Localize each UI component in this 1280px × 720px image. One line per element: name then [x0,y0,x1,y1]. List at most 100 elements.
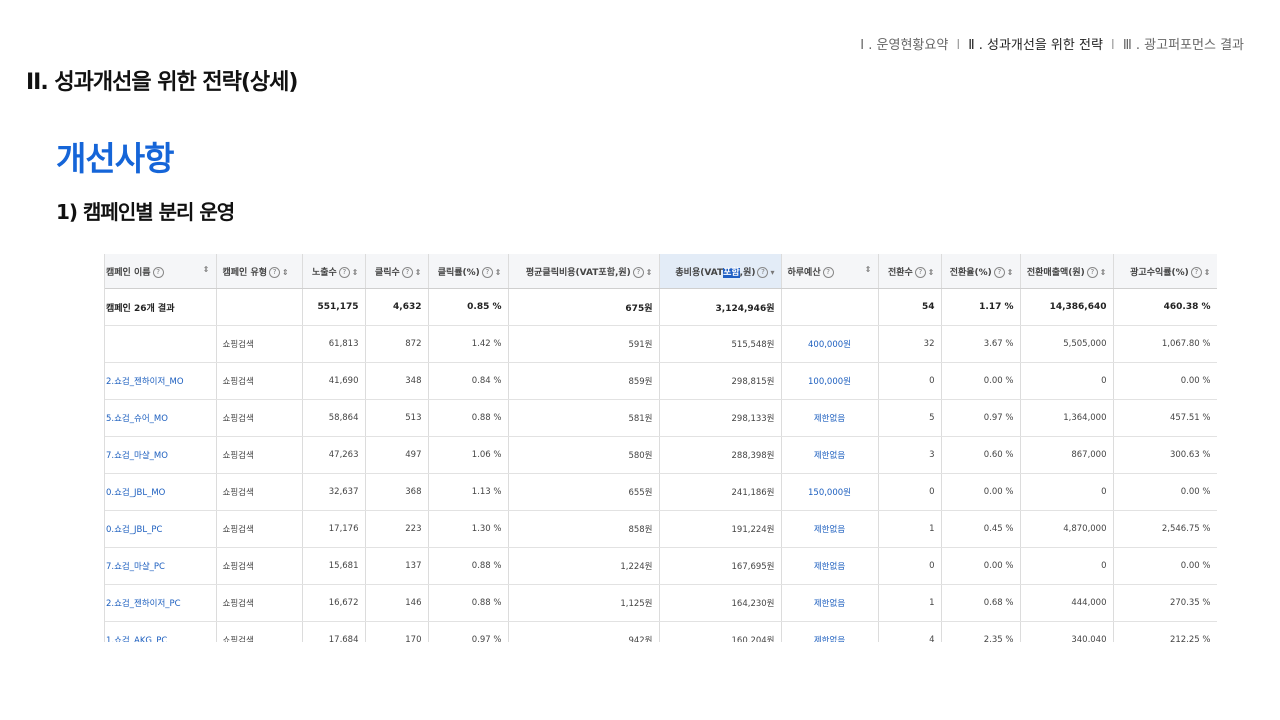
budget-link[interactable]: 제한없음 [781,621,879,642]
budget-link[interactable]: 400,000원 [781,325,879,363]
campaign-name-link[interactable]: 2.쇼검_젠하이저_MO [105,362,217,400]
help-icon[interactable]: ? [993,266,1005,278]
summary-row: 캠페인 26개 결과 551,175 4,632 0.85 % 675원 3,1… [105,288,1217,326]
sort-icon[interactable]: ⇕ [1204,268,1211,277]
col-header-impressions[interactable]: 노출수? ⇕ [302,254,366,289]
budget-link[interactable]: 제한없음 [781,547,879,585]
campaign-name-link[interactable]: 1.쇼검_AKG_PC [105,621,217,642]
cell-clicks: 872 [365,325,429,363]
nav-item-strategy[interactable]: Ⅱ . 성과개선을 위한 전략 [968,38,1103,53]
cell-cpc: 580원 [508,436,660,474]
campaign-name-link[interactable]: 0.쇼검_JBL_PC [105,510,217,548]
help-icon[interactable]: ? [822,266,834,278]
nav-separator: l [956,38,961,53]
nav-item-summary[interactable]: Ⅰ . 운영현황요약 [860,38,948,53]
budget-link[interactable]: 150,000원 [781,473,879,511]
campaign-name-link[interactable] [105,325,217,363]
help-icon[interactable]: ? [269,266,281,278]
help-icon[interactable]: ? [401,266,413,278]
table-row: 0.쇼검_JBL_MO 쇼핑검색 32,637 368 1.13 % 655원 … [105,473,1217,511]
campaign-name-link[interactable]: 2.쇼검_젠하이저_PC [105,584,217,622]
help-icon[interactable]: ? [1190,266,1202,278]
cell-revenue: 444,000 [1020,584,1114,622]
cell-type: 쇼핑검색 [216,362,303,400]
sort-icon[interactable]: ⇕ [865,265,872,274]
table-row: 2.쇼검_젠하이저_MO 쇼핑검색 41,690 348 0.84 % 859원… [105,362,1217,400]
col-header-label: 전환율(%) [949,267,992,278]
cell-ctr: 0.88 % [428,547,509,585]
nav-item-performance[interactable]: Ⅲ . 광고퍼포먼스 결과 [1123,38,1244,53]
campaign-name-link[interactable]: 5.쇼검_슈어_MO [105,399,217,437]
cell-type: 쇼핑검색 [216,510,303,548]
budget-link[interactable]: 100,000원 [781,362,879,400]
cell-conversions: 32 [878,325,942,363]
cell-roas: 2,546.75 % [1113,510,1217,548]
summary-type [216,288,303,326]
help-icon[interactable]: ? [757,266,769,278]
sort-icon[interactable]: ⇕ [646,268,653,277]
cell-conversions: 4 [878,621,942,642]
cell-clicks: 137 [365,547,429,585]
cell-cost: 164,230원 [659,584,782,622]
help-icon[interactable]: ? [152,266,164,278]
sort-icon[interactable]: ⇕ [928,268,935,277]
cell-roas: 300.63 % [1113,436,1217,474]
cell-cost: 298,815원 [659,362,782,400]
col-header-label: 광고수익률(%) [1130,267,1189,278]
help-icon[interactable]: ? [632,266,644,278]
sort-icon[interactable]: ⇕ [415,268,422,277]
budget-link[interactable]: 제한없음 [781,510,879,548]
col-header-budget[interactable]: 하루예산? ⇕ [781,254,879,289]
col-header-cost[interactable]: 총비용(VAT포함,원)? ▾ [659,254,782,289]
col-header-label: 클릭률(%) [437,267,480,278]
col-header-ctr[interactable]: 클릭률(%)? ⇕ [428,254,509,289]
budget-link[interactable]: 제한없음 [781,399,879,437]
sort-icon[interactable]: ⇕ [1100,268,1107,277]
cell-cost: 298,133원 [659,399,782,437]
sort-icon[interactable]: ⇕ [1007,268,1014,277]
cell-revenue: 0 [1020,547,1114,585]
col-header-name[interactable]: 캠페인 이름? ⇕ [105,254,217,289]
sort-icon[interactable]: ⇕ [203,265,210,274]
campaign-name-link[interactable]: 0.쇼검_JBL_MO [105,473,217,511]
cell-cvr: 0.00 % [941,362,1021,400]
cell-impressions: 15,681 [302,547,366,585]
cell-clicks: 368 [365,473,429,511]
cell-cvr: 2.35 % [941,621,1021,642]
cell-cpc: 591원 [508,325,660,363]
cell-cvr: 0.97 % [941,399,1021,437]
col-header-type[interactable]: 캠페인 유형? ⇕ [216,254,303,289]
col-header-cpc[interactable]: 평균클릭비용(VAT포함,원)? ⇕ [508,254,660,289]
cell-cpc: 859원 [508,362,660,400]
col-header-roas[interactable]: 광고수익률(%)? ⇕ [1113,254,1217,289]
table-row: 쇼핑검색 61,813 872 1.42 % 591원 515,548원 400… [105,325,1217,363]
budget-link[interactable]: 제한없음 [781,584,879,622]
sort-desc-icon[interactable]: ▾ [770,268,774,277]
sort-icon[interactable]: ⇕ [495,268,502,277]
col-header-revenue[interactable]: 전환매출액(원)? ⇕ [1020,254,1114,289]
table-row: 5.쇼검_슈어_MO 쇼핑검색 58,864 513 0.88 % 581원 2… [105,399,1217,437]
cell-ctr: 1.42 % [428,325,509,363]
help-icon[interactable]: ? [338,266,350,278]
cell-clicks: 146 [365,584,429,622]
budget-link[interactable]: 제한없음 [781,436,879,474]
cell-type: 쇼핑검색 [216,547,303,585]
cell-conversions: 0 [878,547,942,585]
cell-impressions: 16,672 [302,584,366,622]
col-header-conversions[interactable]: 전환수? ⇕ [878,254,942,289]
sort-icon[interactable]: ⇕ [352,268,359,277]
cell-cpc: 655원 [508,473,660,511]
cell-ctr: 0.97 % [428,621,509,642]
sort-icon[interactable]: ⇕ [282,268,289,277]
help-icon[interactable]: ? [914,266,926,278]
campaign-name-link[interactable]: 7.쇼검_마샬_MO [105,436,217,474]
help-icon[interactable]: ? [1086,266,1098,278]
col-header-label: 총비용(VAT [675,267,724,278]
col-header-cvr[interactable]: 전환율(%)? ⇕ [941,254,1021,289]
help-icon[interactable]: ? [481,266,493,278]
col-header-clicks[interactable]: 클릭수? ⇕ [365,254,429,289]
cell-clicks: 170 [365,621,429,642]
campaign-name-link[interactable]: 7.쇼검_마샬_PC [105,547,217,585]
summary-cvr: 1.17 % [941,288,1021,326]
nav-separator: l [1111,38,1115,53]
